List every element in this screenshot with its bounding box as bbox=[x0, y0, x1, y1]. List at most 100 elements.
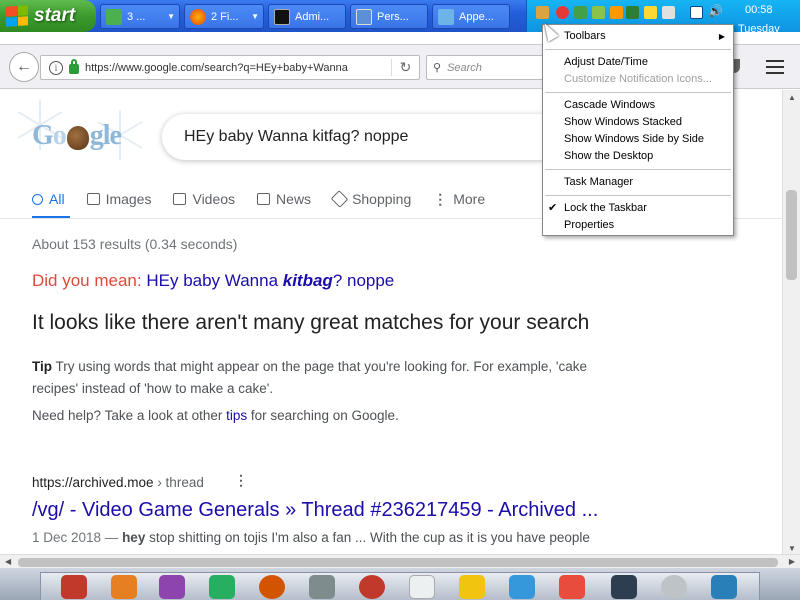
dock-app-icon[interactable] bbox=[209, 575, 235, 599]
tab-news[interactable]: News bbox=[257, 187, 311, 211]
dock-app-icon[interactable] bbox=[409, 575, 435, 599]
did-you-mean-link[interactable]: HEy baby Wanna kitbag? noppe bbox=[146, 271, 394, 290]
tab-all[interactable]: All bbox=[32, 187, 65, 211]
menu-item-cascade-windows[interactable]: Cascade Windows bbox=[543, 97, 733, 114]
tab-videos[interactable]: Videos bbox=[173, 187, 235, 211]
tray-app-icon[interactable] bbox=[536, 6, 549, 19]
result-options-icon[interactable]: ⋮ bbox=[234, 472, 248, 489]
search-placeholder: Search bbox=[447, 61, 482, 74]
display-icon bbox=[356, 8, 372, 25]
tray-security-icon[interactable] bbox=[626, 6, 639, 19]
scroll-thumb[interactable] bbox=[18, 558, 778, 567]
no-results-headline: It looks like there aren't many great ma… bbox=[32, 311, 590, 334]
tray-stop-icon[interactable] bbox=[556, 6, 569, 19]
dock-app-icon[interactable] bbox=[61, 575, 87, 599]
menu-item-adjust-date-time[interactable]: Adjust Date/Time bbox=[543, 54, 733, 71]
tab-images[interactable]: Images bbox=[86, 187, 151, 211]
menu-separator bbox=[545, 49, 731, 50]
submenu-arrow-icon: ▶ bbox=[718, 32, 725, 41]
did-you-mean-label: Did you mean: bbox=[32, 271, 142, 290]
dock-app-icon[interactable] bbox=[459, 575, 485, 599]
dock-vlc-icon[interactable] bbox=[559, 575, 585, 599]
people-icon bbox=[106, 8, 122, 25]
play-icon bbox=[173, 193, 187, 205]
taskbar-button-appearance[interactable]: Appe... bbox=[432, 4, 510, 29]
taskbar-button-cmd[interactable]: Admi... bbox=[268, 4, 346, 29]
tray-lock-icon[interactable] bbox=[644, 6, 657, 19]
scroll-down-icon[interactable]: ▼ bbox=[788, 544, 796, 553]
menu-item-show-desktop[interactable]: Show the Desktop bbox=[543, 148, 733, 165]
scroll-up-icon[interactable]: ▲ bbox=[788, 93, 796, 102]
tab-more[interactable]: ⋮ More bbox=[433, 187, 485, 211]
url-bar[interactable]: i https://www.google.com/search?q=HEy+ba… bbox=[40, 55, 420, 80]
menu-item-show-windows-stacked[interactable]: Show Windows Stacked bbox=[543, 114, 733, 131]
dock-app-icon[interactable] bbox=[111, 575, 137, 599]
menu-separator bbox=[545, 169, 731, 170]
dock-opera-icon[interactable] bbox=[359, 575, 385, 599]
menu-item-lock-taskbar[interactable]: ✔ Lock the Taskbar bbox=[543, 200, 733, 217]
tray-network-icon[interactable] bbox=[592, 6, 605, 19]
back-arrow-icon: ← bbox=[16, 58, 32, 75]
menu-item-show-windows-side-by-side[interactable]: Show Windows Side by Side bbox=[543, 131, 733, 148]
tab-label: News bbox=[276, 191, 312, 207]
tips-link[interactable]: tips bbox=[226, 408, 247, 423]
dock-app-icon[interactable] bbox=[611, 575, 637, 599]
taskbar-button-personalize[interactable]: Pers... bbox=[350, 4, 428, 29]
vertical-scrollbar[interactable]: ▲ ▼ bbox=[782, 90, 800, 556]
menu-separator bbox=[545, 195, 731, 196]
clock-time[interactable]: 00:58 bbox=[745, 4, 773, 16]
url-text[interactable]: https://www.google.com/search?q=HEy+baby… bbox=[85, 62, 385, 74]
tray-shield-icon[interactable] bbox=[574, 6, 587, 19]
tray-monitor-icon[interactable] bbox=[690, 6, 703, 19]
search-query-input[interactable]: HEy baby Wanna kitfag? noppe bbox=[162, 114, 562, 160]
task-label: Admi... bbox=[295, 10, 330, 23]
tray-window-icon[interactable] bbox=[662, 6, 675, 19]
dock-app-icon[interactable] bbox=[309, 575, 335, 599]
tab-label: More bbox=[453, 191, 486, 207]
dock-app-icon[interactable] bbox=[509, 575, 535, 599]
more-dots-icon: ⋮ bbox=[433, 190, 448, 207]
appearance-icon bbox=[438, 8, 454, 25]
menu-item-toolbars[interactable]: Toolbars ▶ bbox=[543, 28, 733, 45]
reload-icon[interactable]: ↻ bbox=[391, 59, 419, 76]
taskbar-button-firefox[interactable]: 2 Fi... ▼ bbox=[184, 4, 264, 29]
google-doodle-logo[interactable]: Go gle bbox=[32, 120, 122, 152]
tray-update-icon[interactable] bbox=[610, 6, 623, 19]
tab-label: Videos bbox=[192, 191, 236, 207]
taskbar-button-group[interactable]: 3 ... ▼ bbox=[100, 4, 180, 29]
lock-icon bbox=[69, 59, 79, 74]
result-url[interactable]: https://archived.moe › thread bbox=[32, 475, 204, 490]
search-tabs: All Images Videos News Shopping ⋮ More bbox=[32, 187, 485, 211]
dock-app-icon[interactable] bbox=[159, 575, 185, 599]
horizontal-scrollbar[interactable]: ◀ ▶ bbox=[0, 554, 800, 569]
tip-label: Tip bbox=[32, 359, 52, 374]
scroll-thumb[interactable] bbox=[786, 190, 797, 280]
result-title-link[interactable]: /vg/ - Video Game Generals » Thread #236… bbox=[32, 499, 598, 522]
scroll-left-icon[interactable]: ◀ bbox=[5, 557, 11, 566]
back-button[interactable]: ← bbox=[9, 52, 39, 82]
result-snippet: 1 Dec 2018 — hey stop shitting on tojis … bbox=[32, 530, 590, 545]
start-button[interactable]: start bbox=[0, 0, 96, 32]
menu-separator bbox=[545, 92, 731, 93]
hamburger-menu-icon[interactable] bbox=[764, 57, 786, 77]
dock-firefox-icon[interactable] bbox=[259, 575, 285, 599]
tab-shopping[interactable]: Shopping bbox=[330, 187, 411, 211]
info-icon[interactable]: i bbox=[49, 60, 63, 75]
dock-app-icon[interactable] bbox=[661, 575, 687, 599]
help-text: Need help? Take a look at other tips for… bbox=[32, 408, 399, 423]
menu-item-properties[interactable]: Properties bbox=[543, 217, 733, 234]
taskbar-context-menu: Toolbars ▶ Adjust Date/Time Customize Not… bbox=[542, 24, 734, 236]
dropdown-arrow-icon: ▼ bbox=[251, 12, 259, 21]
menu-item-task-manager[interactable]: Task Manager bbox=[543, 174, 733, 191]
search-bar[interactable]: ⚲ Search bbox=[426, 55, 546, 80]
pinecone-icon bbox=[66, 125, 89, 150]
dock-bar bbox=[0, 568, 800, 600]
volume-icon[interactable]: 🔊 bbox=[708, 4, 723, 18]
scroll-right-icon[interactable]: ▶ bbox=[789, 557, 795, 566]
dock-app-icon[interactable] bbox=[711, 575, 737, 599]
search-icon bbox=[32, 193, 43, 205]
dock-shelf bbox=[40, 572, 760, 600]
start-label: start bbox=[34, 5, 76, 26]
task-label: 2 Fi... bbox=[211, 10, 239, 23]
tag-icon bbox=[330, 190, 349, 208]
